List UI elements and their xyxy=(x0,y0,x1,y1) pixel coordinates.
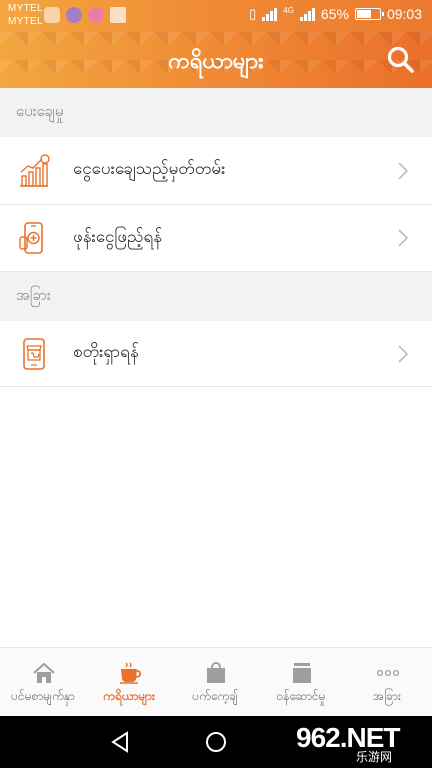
home-circle-icon[interactable] xyxy=(205,731,227,753)
home-icon xyxy=(33,662,55,683)
chevron-right-icon xyxy=(398,161,408,180)
network-type: 4G xyxy=(283,6,294,15)
status-bar: MYTEL MYTEL ▯ 4G 65% 09:03 xyxy=(0,0,432,32)
carrier-1: MYTEL xyxy=(8,3,43,14)
section-header-payment: ပေးချေမှု xyxy=(0,88,432,137)
list-item-phone-topup[interactable]: ဖုန်းငွေဖြည့်ရန် xyxy=(0,205,432,272)
vibrate-icon: ▯ xyxy=(249,6,257,21)
search-icon xyxy=(387,46,414,73)
system-navigation-bar: 962.NET 乐游网 xyxy=(0,716,432,768)
carrier-2: MYTEL xyxy=(8,16,43,27)
coffee-cup-icon xyxy=(120,662,141,684)
carrier-labels: MYTEL MYTEL xyxy=(8,2,43,28)
watermark-logo: 962.NET 乐游网 xyxy=(296,720,426,764)
battery-icon xyxy=(354,8,384,20)
empty-content-area xyxy=(0,387,432,647)
viber-notification-icon xyxy=(66,7,82,23)
list-item-label: စတိုးရှာရန် xyxy=(73,342,139,362)
nav-label: ဝန်ဆောင်မှု xyxy=(276,689,326,703)
nav-label: ပင်မစာမျက်နှာ xyxy=(11,689,75,703)
status-right: ▯ 4G 65% 09:03 xyxy=(249,6,422,22)
more-dots-icon xyxy=(377,669,399,677)
chevron-right-icon xyxy=(398,229,408,247)
nav-item-tools[interactable]: ကရိယာများ xyxy=(86,648,172,717)
chevron-right-icon xyxy=(398,344,408,363)
nav-label: အခြား xyxy=(373,689,401,703)
list-item-label: ငွေပေးချေသည့်မှတ်တမ်း xyxy=(73,159,226,179)
phone-topup-icon xyxy=(19,222,43,254)
nav-item-package[interactable]: ပက်ကေ့ချ် xyxy=(172,648,258,717)
nav-item-home[interactable]: ပင်မစာမျက်နှာ xyxy=(0,648,86,717)
gallery-notification-icon xyxy=(44,7,60,23)
list-item-store-finder[interactable]: စတိုးရှာရန် xyxy=(0,321,432,387)
page-title: ကရိယာများ xyxy=(168,49,264,74)
watermark-subtext: 乐游网 xyxy=(356,750,393,764)
section-header-label: အခြား xyxy=(16,285,51,304)
chart-growth-icon xyxy=(20,153,50,187)
mail-notification-icon xyxy=(110,7,126,23)
service-icon xyxy=(293,663,311,683)
notification-icons xyxy=(44,7,126,23)
nav-label: ကရိယာများ xyxy=(103,689,155,703)
list-item-payment-history[interactable]: ငွေပေးချေသည့်မှတ်တမ်း xyxy=(0,137,432,205)
section-header-other: အခြား xyxy=(0,272,432,321)
search-button[interactable] xyxy=(386,45,416,75)
bag-icon xyxy=(207,662,225,683)
back-icon[interactable] xyxy=(110,731,130,753)
nav-label: ပက်ကေ့ချ် xyxy=(192,689,238,703)
section-header-label: ပေးချေမှု xyxy=(16,101,64,120)
list-item-label: ဖုန်းငွေဖြည့်ရန် xyxy=(73,226,163,247)
bottom-navigation: ပင်မစာမျက်နှာ ကရိယာများ ပက်ကေ့ချ် ဝန်ဆော… xyxy=(0,647,432,716)
nav-item-service[interactable]: ဝန်ဆောင်မှု xyxy=(258,648,344,717)
store-finder-icon xyxy=(23,337,45,370)
clock: 09:03 xyxy=(386,6,422,22)
app-notification-icon xyxy=(88,7,104,23)
battery-percent: 65% xyxy=(320,6,349,22)
signal-icon xyxy=(262,7,278,21)
signal-2-icon xyxy=(299,7,315,21)
nav-item-more[interactable]: အခြား xyxy=(344,648,430,717)
app-bar: ကရိယာများ xyxy=(0,32,432,88)
